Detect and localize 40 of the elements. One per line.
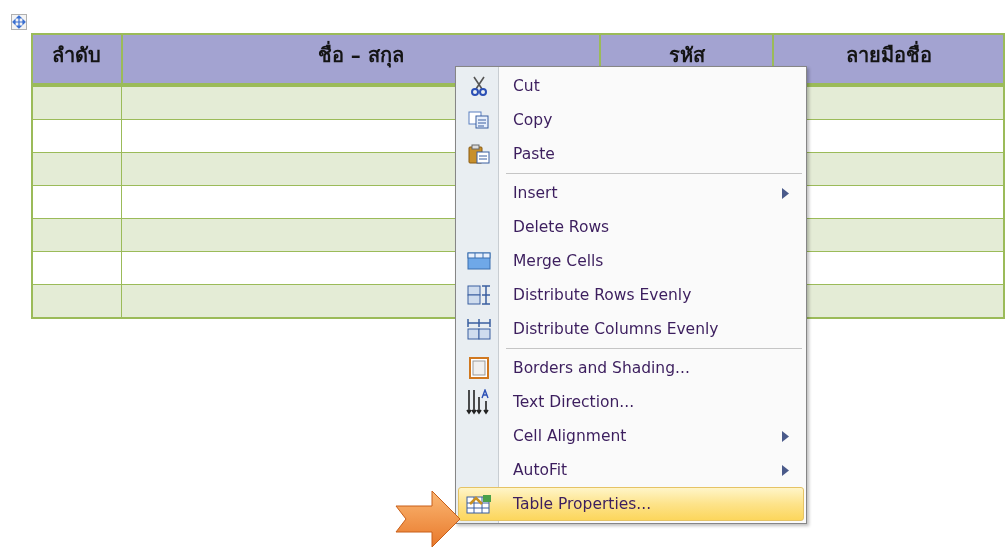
menu-item[interactable]: Distribute Columns Evenly — [458, 312, 804, 346]
submenu-arrow-icon — [782, 430, 789, 442]
menu-item-label: Table Properties... — [513, 495, 653, 513]
menu-item[interactable]: Text Direction... — [458, 385, 804, 419]
menu-item-label: Merge Cells — [513, 252, 605, 270]
menu-item[interactable]: Borders and Shading... — [458, 351, 804, 385]
menu-item[interactable]: Cell Alignment — [458, 419, 804, 453]
distribute-columns-icon — [467, 318, 491, 340]
merge-cells-icon — [467, 252, 491, 270]
menu-item[interactable]: Copy — [458, 103, 804, 137]
menu-item[interactable]: Distribute Rows Evenly — [458, 278, 804, 312]
menu-item[interactable]: Merge Cells — [458, 244, 804, 278]
text-direction-icon — [466, 389, 492, 415]
menu-item-label: AutoFit — [513, 461, 569, 479]
distribute-rows-icon — [467, 285, 491, 305]
menu-item-label: Distribute Rows Evenly — [513, 286, 693, 304]
menu-item[interactable]: Table Properties... — [458, 487, 804, 521]
copy-icon — [468, 111, 490, 129]
menu-item-label: Distribute Columns Evenly — [513, 320, 720, 338]
table-move-handle-icon[interactable] — [11, 14, 27, 30]
menu-item[interactable]: Delete Rows — [458, 210, 804, 244]
menu-item-label: Cell Alignment — [513, 427, 628, 445]
submenu-arrow-icon — [782, 187, 789, 199]
menu-item-label: Insert — [513, 184, 559, 202]
column-header: ลายมือชื่อ — [773, 34, 1004, 85]
menu-item[interactable]: Paste — [458, 137, 804, 171]
page-border-icon — [469, 357, 489, 379]
menu-item-label: Text Direction... — [513, 393, 636, 411]
menu-item-label: Copy — [513, 111, 554, 129]
menu-item-label: Borders and Shading... — [513, 359, 691, 377]
table-properties-icon — [466, 494, 492, 514]
pointer-arrow-icon — [395, 490, 461, 548]
submenu-arrow-icon — [782, 464, 789, 476]
menu-item-label: Paste — [513, 145, 556, 163]
clipboard-icon — [468, 144, 490, 164]
menu-item-label: Delete Rows — [513, 218, 611, 236]
menu-item[interactable]: Insert — [458, 176, 804, 210]
column-header: ลำดับ — [32, 34, 122, 85]
scissors-icon — [471, 76, 487, 96]
menu-item[interactable]: AutoFit — [458, 453, 804, 487]
